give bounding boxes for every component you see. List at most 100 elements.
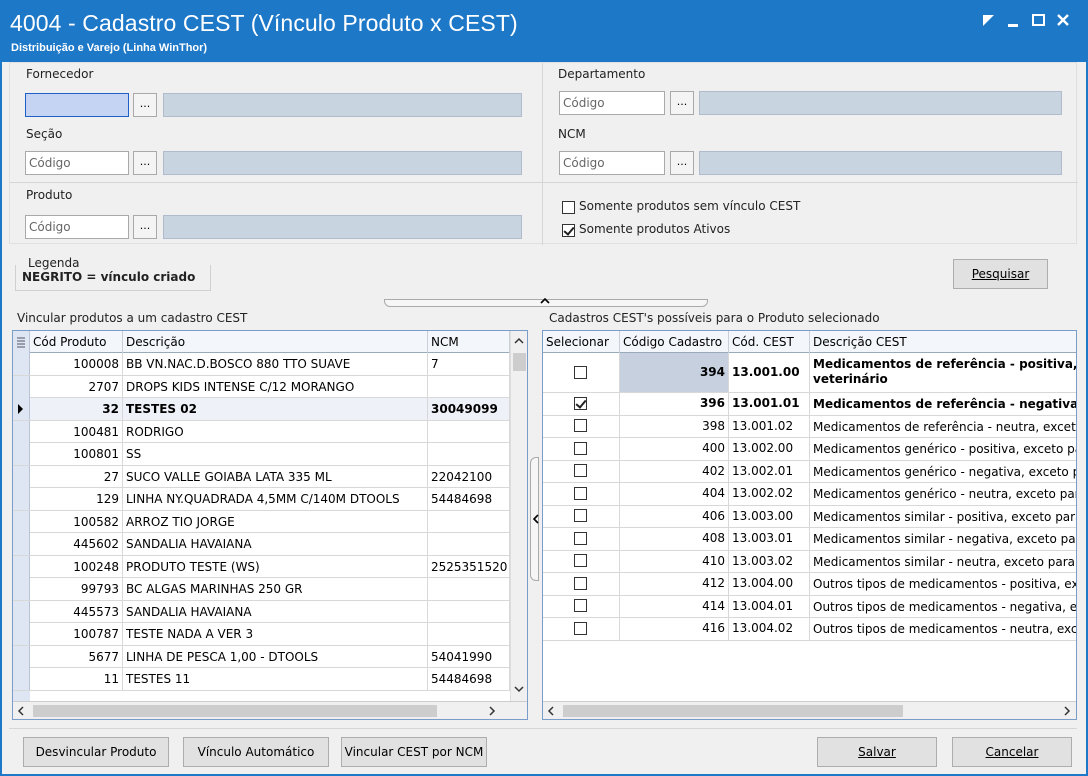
cell-selecionar[interactable] [543, 353, 620, 392]
table-row[interactable]: 2707 DROPS KIDS INTENSE C/12 MORANGO [13, 375, 510, 398]
scroll-thumb[interactable] [513, 353, 526, 371]
table-row[interactable]: 410 13.003.02 Medicamentos similar - neutr… [543, 550, 1076, 573]
secao-code-input[interactable]: Código [25, 151, 129, 175]
search-button[interactable]: Pesquisar [953, 259, 1048, 289]
row-indicator[interactable] [13, 465, 30, 488]
table-row[interactable]: 400 13.002.00 Medicamentos genérico - posi… [543, 438, 1076, 461]
cell-selecionar[interactable] [543, 573, 620, 595]
table-row[interactable]: 129 LINHA NY.QUADRADA 4,5MM C/140M DTOOLS… [13, 488, 510, 511]
close-icon[interactable] [1055, 12, 1071, 28]
cell-selecionar[interactable] [543, 460, 620, 482]
produto-lookup-button[interactable]: ... [133, 215, 157, 239]
row-indicator[interactable] [13, 668, 30, 690]
scroll-left-icon[interactable] [17, 706, 25, 716]
row-indicator[interactable] [13, 375, 30, 398]
sem-vinculo-label[interactable]: Somente produtos sem vínculo CEST [579, 199, 800, 213]
selecionar-checkbox[interactable] [574, 396, 587, 410]
table-row[interactable]: 5677 LINHA DE PESCA 1,00 - DTOOLS 54041990 [13, 645, 510, 668]
cell-selecionar[interactable] [543, 618, 620, 640]
sem-vinculo-checkbox[interactable] [562, 201, 575, 214]
cell-selecionar[interactable] [543, 595, 620, 617]
row-indicator[interactable] [13, 555, 30, 578]
cell-selecionar[interactable] [543, 528, 620, 550]
cell-selecionar[interactable] [543, 505, 620, 527]
col-header-cod-produto[interactable]: Cód Produto [30, 331, 123, 353]
selecionar-checkbox[interactable] [574, 365, 587, 379]
table-row[interactable]: 416 13.004.02 Outros tipos de medicamentos… [543, 618, 1076, 641]
scroll-right-icon[interactable] [1063, 706, 1071, 716]
ativos-label[interactable]: Somente produtos Ativos [579, 222, 730, 236]
minimize-icon[interactable] [1006, 12, 1022, 28]
table-row[interactable]: 394 13.001.00 Medicamentos de referência -… [543, 353, 1076, 393]
selecionar-checkbox[interactable] [574, 621, 587, 635]
table-row[interactable]: 100582 ARROZ TIO JORGE [13, 510, 510, 533]
table-row[interactable]: 414 13.004.01 Outros tipos de medicamentos… [543, 595, 1076, 618]
row-indicator[interactable] [13, 533, 30, 555]
table-row[interactable]: 100248 PRODUTO TESTE (WS) 2525351520 [13, 555, 510, 578]
products-vertical-scrollbar[interactable] [510, 331, 527, 701]
cest-horizontal-scrollbar[interactable] [543, 701, 1076, 719]
table-row[interactable]: 32 TESTES 02 30049099 [13, 398, 510, 421]
table-row[interactable]: 412 13.004.00 Outros tipos de medicamentos… [543, 573, 1076, 596]
row-indicator[interactable] [13, 600, 30, 623]
selecionar-checkbox[interactable] [574, 554, 587, 568]
desvincular-produto-button[interactable]: Desvincular Produto [23, 737, 169, 767]
cell-selecionar[interactable] [543, 483, 620, 505]
scroll-up-icon[interactable] [514, 337, 524, 345]
ativos-checkbox[interactable] [562, 224, 575, 237]
col-header-descricao-cest[interactable]: Descrição CEST [810, 331, 1076, 353]
row-indicator[interactable] [13, 578, 30, 600]
selecionar-checkbox[interactable] [574, 486, 587, 500]
save-button[interactable]: Salvar [817, 737, 937, 767]
col-header-selecionar[interactable]: Selecionar [543, 331, 620, 353]
col-header-cod-cest[interactable]: Cód. CEST [729, 331, 810, 353]
products-horizontal-scrollbar[interactable] [13, 701, 527, 719]
selecionar-checkbox[interactable] [574, 419, 587, 433]
col-header-descricao[interactable]: Descrição [123, 331, 428, 353]
selecionar-checkbox[interactable] [574, 441, 587, 455]
row-indicator[interactable] [13, 623, 30, 645]
cancel-button[interactable]: Cancelar [952, 737, 1072, 767]
table-row[interactable]: 100801 SS [13, 443, 510, 466]
table-row[interactable]: 100787 TESTE NADA A VER 3 [13, 623, 510, 646]
col-header-codigo-cadastro[interactable]: Código Cadastro [620, 331, 729, 353]
chevron-left-icon[interactable] [532, 514, 540, 524]
table-row[interactable]: 27 SUCO VALLE GOIABA LATA 335 ML 22042100 [13, 465, 510, 488]
scroll-down-icon[interactable] [514, 685, 524, 693]
row-indicator[interactable] [13, 510, 30, 533]
table-row[interactable]: 445602 SANDALIA HAVAIANA [13, 533, 510, 556]
selecionar-checkbox[interactable] [574, 599, 587, 613]
row-indicator[interactable] [13, 443, 30, 465]
maximize-icon[interactable] [1031, 12, 1047, 28]
row-indicator[interactable] [13, 420, 30, 443]
row-indicator[interactable] [13, 488, 30, 510]
table-row[interactable]: 100481 RODRIGO [13, 420, 510, 443]
vinculo-automatico-button[interactable]: Vínculo Automático [183, 737, 329, 767]
table-row[interactable]: 408 13.003.01 Medicamentos similar - negat… [543, 528, 1076, 551]
cell-selecionar[interactable] [543, 438, 620, 460]
cell-selecionar[interactable] [543, 393, 620, 415]
departamento-lookup-button[interactable]: ... [670, 91, 694, 115]
grid-menu-icon[interactable] [13, 331, 30, 353]
selecionar-checkbox[interactable] [574, 576, 587, 590]
row-indicator[interactable] [13, 645, 30, 668]
ncm-lookup-button[interactable]: ... [670, 151, 694, 175]
row-indicator[interactable] [13, 398, 30, 420]
chevron-up-icon[interactable] [540, 297, 550, 305]
col-header-ncm[interactable]: NCM [428, 331, 510, 353]
selecionar-checkbox[interactable] [574, 464, 587, 478]
produto-code-input[interactable]: Código [25, 215, 129, 239]
ncm-code-input[interactable]: Código [559, 151, 665, 175]
secao-lookup-button[interactable]: ... [133, 151, 157, 175]
table-row[interactable]: 11 TESTES 11 54484698 [13, 668, 510, 691]
vincular-cest-por-ncm-button[interactable]: Vincular CEST por NCM [341, 737, 487, 767]
selecionar-checkbox[interactable] [574, 531, 587, 545]
table-row[interactable]: 402 13.002.01 Medicamentos genérico - nega… [543, 460, 1076, 483]
departamento-code-input[interactable]: Código [559, 91, 665, 115]
table-row[interactable]: 396 13.001.01 Medicamentos de referência -… [543, 393, 1076, 416]
h-scroll-thumb[interactable] [33, 705, 437, 717]
scroll-right-icon[interactable] [488, 706, 496, 716]
fornecedor-code-input[interactable] [25, 93, 129, 117]
cell-selecionar[interactable] [543, 415, 620, 437]
table-row[interactable]: 404 13.002.02 Medicamentos genérico - neut… [543, 483, 1076, 506]
